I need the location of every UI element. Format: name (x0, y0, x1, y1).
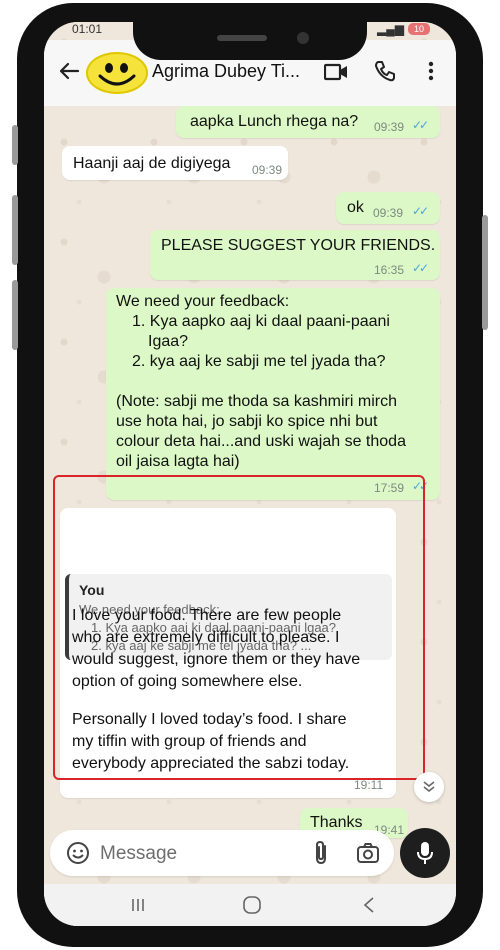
message-bubble-outgoing[interactable]: ok 09:39 ✓✓ (336, 192, 440, 224)
message-input[interactable]: Message (100, 843, 177, 865)
side-button (12, 195, 18, 265)
front-camera (297, 32, 309, 44)
message-text: PLEASE SUGGEST YOUR FRIENDS. (161, 237, 436, 254)
double-chevron-down-icon (423, 781, 435, 793)
message-text: 2. kya aaj ke sabji me tel jyada tha? (132, 353, 386, 370)
contact-name[interactable]: Agrima Dubey Ti... (152, 61, 302, 82)
message-bubble-outgoing[interactable]: We need your feedback: 1. Kya aapko aaj … (106, 288, 440, 500)
message-text: oil jaisa lagta hai) (116, 453, 240, 470)
more-options-icon[interactable] (426, 60, 436, 82)
message-time: 16:35 (374, 263, 405, 277)
camera-notch (133, 22, 367, 60)
status-time: 01:01 (72, 22, 103, 36)
read-ticks-icon: ✓✓ (412, 118, 429, 132)
message-bubble-outgoing[interactable]: aapka Lunch rhega na? 09:39 ✓✓ (176, 106, 440, 138)
message-time: 09:39 (374, 120, 405, 134)
speaker-grille (217, 35, 267, 41)
message-text: (Note: sabji me thoda sa kashmiri mirch (116, 393, 397, 410)
emoji-icon[interactable] (66, 841, 90, 865)
message-text: ok (347, 199, 364, 216)
avatar[interactable] (86, 52, 148, 94)
message-text: aapka Lunch rhega na? (190, 113, 359, 130)
scroll-to-bottom-button[interactable] (414, 772, 444, 802)
system-navigation-bar (44, 884, 456, 926)
side-button (12, 125, 18, 165)
message-text: colour deta hai...and uski wajah se thod… (116, 433, 406, 450)
message-input-bar[interactable]: Message (50, 830, 394, 876)
message-text: Igaa? (148, 333, 189, 350)
side-button (482, 215, 488, 330)
message-time: 09:39 (373, 206, 404, 220)
phone-screen: 01:01 ▂▄▆ 10 Agrima Dubey Ti... aapka Lu… (44, 22, 456, 926)
message-text: 1. Kya aapko aaj ki daal paani-paani (132, 313, 390, 330)
message-time: 09:39 (252, 163, 283, 177)
camera-icon[interactable] (356, 842, 380, 864)
message-time: 19:11 (354, 778, 384, 792)
back-nav-icon[interactable] (362, 896, 376, 914)
message-text: Haanji aaj de digiyega (73, 155, 231, 172)
voice-call-icon[interactable] (374, 60, 396, 82)
side-button (12, 280, 18, 350)
video-call-icon[interactable] (324, 62, 348, 82)
message-bubble-outgoing[interactable]: PLEASE SUGGEST YOUR FRIENDS. 16:35 ✓✓ (150, 230, 440, 280)
voice-record-button[interactable] (400, 828, 450, 878)
attach-icon[interactable] (312, 840, 330, 866)
home-icon[interactable] (242, 895, 262, 915)
recent-apps-icon[interactable] (130, 897, 146, 913)
signal-icon: ▂▄▆ (377, 22, 404, 36)
smiley-icon (98, 63, 136, 86)
microphone-icon (417, 842, 433, 864)
message-text: We need your feedback: (116, 293, 290, 310)
highlight-annotation (53, 475, 425, 780)
battery-icon: 10 (408, 23, 430, 35)
status-icons: ▂▄▆ 10 (377, 22, 430, 36)
read-ticks-icon: ✓✓ (412, 261, 429, 275)
read-ticks-icon: ✓✓ (412, 204, 429, 218)
message-text: use hota hai, jo sabji ko spice nhi but (116, 413, 378, 430)
back-arrow-icon[interactable] (58, 60, 80, 82)
message-bubble-incoming[interactable]: Haanji aaj de digiyega 09:39 (62, 146, 288, 180)
